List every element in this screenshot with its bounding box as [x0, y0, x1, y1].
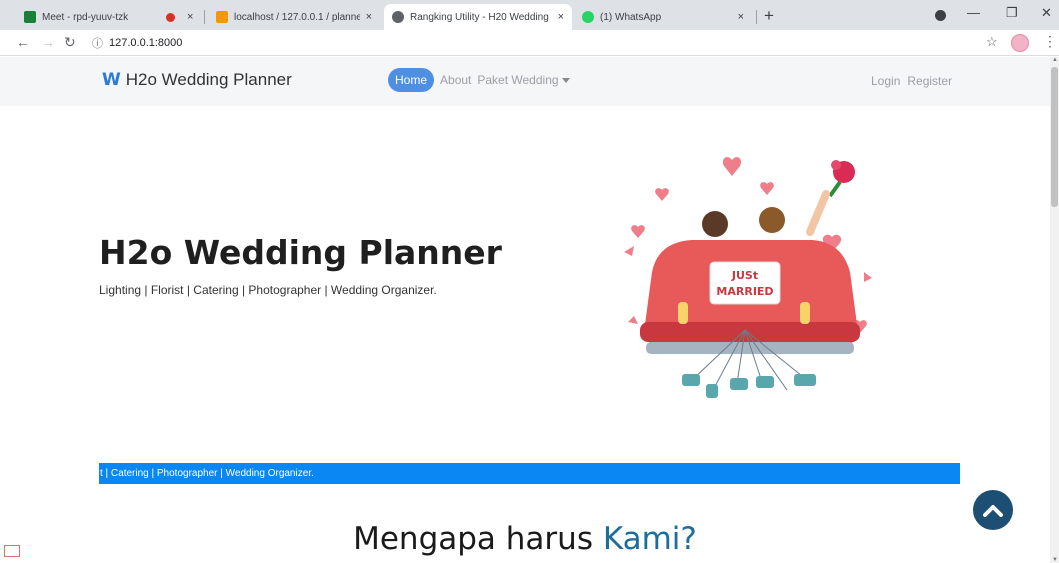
- close-tab-icon[interactable]: ×: [738, 11, 744, 23]
- tab-recording[interactable]: ×: [158, 4, 204, 30]
- section-title: Mengapa harus Kami?: [0, 521, 1050, 557]
- tab-separator: [204, 10, 205, 24]
- forward-arrow-icon[interactable]: →: [41, 34, 55, 50]
- hero-subtitle: Lighting | Florist | Catering | Photogra…: [99, 283, 437, 297]
- reload-icon[interactable]: ↻: [64, 34, 76, 51]
- brand-name: H2o Wedding Planner: [125, 70, 292, 89]
- browser-tab-strip: Meet - rpd-yuuv-tzk × localhost / 127.0.…: [0, 0, 1059, 30]
- nav-paket-wedding[interactable]: Paket Wedding: [477, 69, 570, 91]
- scrollbar-thumb[interactable]: [1051, 67, 1058, 207]
- nav-paket-wedding-label: Paket Wedding: [477, 73, 559, 87]
- back-arrow-icon[interactable]: ←: [16, 34, 30, 50]
- site-navbar: W H2o Wedding Planner Home About Paket W…: [0, 57, 1050, 106]
- new-tab-button[interactable]: +: [764, 6, 774, 26]
- close-tab-icon[interactable]: ×: [366, 11, 372, 23]
- nav-home[interactable]: Home: [388, 68, 435, 92]
- scroll-down-icon[interactable]: ▼: [1052, 557, 1058, 563]
- recording-icon: [166, 12, 175, 22]
- plate-line-1: JUSt: [731, 269, 758, 282]
- caret-down-icon: [561, 78, 570, 84]
- minimize-button[interactable]: —: [967, 5, 980, 20]
- bookmark-star-icon[interactable]: ☆: [986, 34, 998, 50]
- phpmyadmin-icon: [216, 11, 228, 23]
- tab-separator: [756, 10, 757, 24]
- close-tab-icon[interactable]: ×: [558, 11, 564, 23]
- browser-menu-icon[interactable]: ⋮: [1043, 33, 1057, 50]
- brand-logo-icon: W: [102, 70, 121, 90]
- address-bar[interactable]: ⓘ 127.0.0.1:8000: [92, 33, 972, 53]
- tab-rangking-utility[interactable]: Rangking Utility - H20 Wedding ×: [384, 4, 572, 30]
- section-title-main: Mengapa harus: [353, 521, 603, 557]
- marquee-banner: t | Catering | Photographer | Wedding Or…: [99, 463, 960, 484]
- section-title-accent: Kami?: [602, 521, 697, 557]
- browser-toolbar: ← → ↻ ⓘ 127.0.0.1:8000 ☆ ⋮: [0, 30, 1059, 56]
- plate-line-2: MARRIED: [716, 285, 773, 298]
- profile-icon[interactable]: [935, 10, 946, 21]
- auth-links: Login Register: [871, 74, 952, 88]
- tab-meet[interactable]: Meet - rpd-yuuv-tzk: [16, 4, 146, 30]
- close-window-button[interactable]: ✕: [1041, 5, 1052, 21]
- corner-badge-icon: [4, 545, 20, 557]
- register-link[interactable]: Register: [907, 74, 952, 88]
- tab-title: Meet - rpd-yuuv-tzk: [42, 11, 129, 23]
- chevron-up-icon: [983, 505, 1003, 517]
- login-link[interactable]: Login: [871, 74, 900, 88]
- main-menu: Home About Paket Wedding: [388, 68, 570, 92]
- scroll-up-icon[interactable]: ▲: [1052, 57, 1058, 63]
- hero-title: H2o Wedding Planner: [99, 233, 502, 272]
- site-info-icon[interactable]: ⓘ: [92, 35, 103, 51]
- page-scrollbar[interactable]: ▲ ▼: [1050, 57, 1059, 563]
- close-tab-icon[interactable]: ×: [187, 11, 193, 23]
- tab-title: Rangking Utility - H20 Wedding: [410, 11, 549, 23]
- tab-phpmyadmin[interactable]: localhost / 127.0.0.1 / planner | p ×: [208, 4, 380, 30]
- globe-icon: [392, 11, 404, 23]
- google-meet-icon: [24, 11, 36, 23]
- brand[interactable]: W H2o Wedding Planner: [102, 70, 292, 90]
- restore-button[interactable]: ❐: [1006, 5, 1018, 21]
- whatsapp-icon: [582, 11, 594, 23]
- avatar[interactable]: [1011, 34, 1029, 52]
- tab-title: (1) WhatsApp: [600, 11, 662, 23]
- nav-about[interactable]: About: [440, 69, 471, 91]
- tab-title: localhost / 127.0.0.1 / planner | p: [234, 11, 360, 23]
- address-url: 127.0.0.1:8000: [109, 37, 183, 49]
- just-married-car-illustration: JUSt MARRIED: [624, 157, 872, 398]
- tab-whatsapp[interactable]: (1) WhatsApp ×: [574, 4, 752, 30]
